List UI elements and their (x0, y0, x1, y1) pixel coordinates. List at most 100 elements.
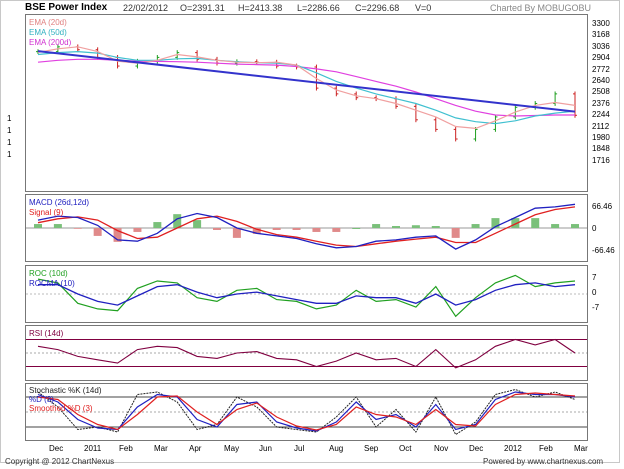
rsi-line (37, 338, 576, 369)
legend-macd: MACD (26d,12d) (29, 198, 90, 207)
macd-histogram-bar (232, 228, 241, 238)
legend-ema200: EMA (200d) (29, 38, 72, 47)
legend-signal: Signal (9) (29, 208, 64, 217)
x-tick-label: Jun (259, 444, 272, 453)
legend-roc: ROC (10d) (29, 269, 68, 278)
macd-histogram-bar (153, 222, 162, 228)
x-tick-label: Feb (119, 444, 133, 453)
price-tick-label: 2508 (592, 87, 610, 97)
price-tick-label: 3036 (592, 41, 610, 51)
chart-frame: BSE Power Index 22/02/2012 O=2391.31 H=2… (0, 0, 620, 466)
x-tick-label: Jul (294, 444, 305, 453)
price-left-tick-label: 1 (7, 150, 12, 159)
x-tick-label: Apr (189, 444, 202, 453)
chart-title: BSE Power Index (25, 2, 108, 13)
powered-by-text: Powered by www.chartnexus.com (483, 457, 604, 466)
roc-panel: ROC (10d) ROCMA (10) (25, 265, 588, 323)
x-tick-label: 2012 (504, 444, 522, 453)
macd-chart-svg (26, 203, 587, 250)
price-panel: EMA (20d) EMA (50d) EMA (200d) (25, 14, 588, 192)
price-tick-label: 2904 (592, 53, 610, 63)
price-chart-svg (36, 44, 577, 142)
stochastic-panel: Stochastic %K (14d) %D (3) Smoothed %D (… (25, 383, 588, 441)
price-tick-label: 1980 (592, 133, 610, 142)
macd-histogram-bar (213, 228, 221, 230)
x-tick-label: May (224, 444, 240, 453)
macd-line (37, 203, 576, 250)
macd-histogram-bar (332, 228, 341, 232)
price-tick-label: 2112 (592, 121, 610, 131)
price-tick-label: 3168 (592, 30, 610, 40)
price-tick-label: 2640 (592, 76, 610, 85)
macd-histogram-bar (292, 228, 301, 230)
quote-high: H=2413.38 (238, 3, 283, 13)
legend-stoch-d: %D (3) (29, 395, 54, 404)
macd-histogram-bar (193, 220, 202, 228)
quote-volume: V=0 (415, 3, 432, 13)
roc-chart-svg (26, 274, 587, 318)
legend-rsi: RSI (14d) (29, 329, 64, 338)
price-tick-label: 2244 (592, 110, 610, 120)
macd-tick-label: -66.46 (592, 246, 615, 255)
trendline (37, 50, 576, 113)
macd-histogram-bar (531, 218, 540, 228)
x-tick-label: Aug (329, 444, 344, 453)
macd-histogram-bar (372, 224, 381, 228)
ema200-line (37, 58, 575, 117)
quote-close: C=2296.68 (355, 3, 400, 13)
stochastic-chart-svg (26, 388, 587, 436)
macd-histogram-bar (431, 226, 440, 228)
price-tick-label: 1716 (592, 155, 610, 165)
roc-tick-label: -7 (592, 303, 600, 312)
ema20-line (37, 46, 576, 130)
roc-tick-label: 7 (592, 273, 597, 282)
ema50-line (37, 50, 576, 125)
x-tick-label: Dec (49, 444, 64, 453)
macd-histogram-bar (53, 224, 62, 228)
roc-tick-label: 0 (592, 288, 597, 297)
macd-histogram-bar (571, 224, 579, 228)
quote-date: 22/02/2012 (123, 3, 169, 13)
legend-ema50: EMA (50d) (29, 28, 67, 37)
legend-stoch-smoothed: Smoothed %D (3) (29, 404, 93, 413)
rsi-chart-svg (26, 338, 587, 369)
macd-histogram-bar (73, 228, 82, 229)
macd-histogram-bar (272, 228, 281, 230)
copyright-text: Copyright @ 2012 ChartNexus (5, 457, 115, 466)
rsi-panel: RSI (14d) (25, 325, 588, 381)
x-tick-label: 2011 (84, 444, 102, 453)
macd-panel: MACD (26d,12d) Signal (9) (25, 194, 588, 262)
x-tick-label: Nov (434, 444, 449, 453)
macd-histogram-bar (352, 228, 361, 229)
legend-ema20: EMA (20d) (29, 18, 67, 27)
price-tick-label: 3300 (592, 19, 610, 28)
macd-histogram-bar (551, 224, 560, 228)
x-tick-label: Oct (399, 444, 412, 453)
quote-low: L=2286.66 (297, 3, 340, 13)
roc-line (37, 274, 576, 318)
price-left-tick-label: 1 (7, 126, 12, 135)
charted-by-label: Charted By MOBUGOBU (490, 3, 592, 13)
x-tick-label: Sep (364, 444, 379, 453)
price-tick-label: 2376 (592, 98, 610, 108)
macd-histogram-bar (312, 228, 321, 232)
macd-histogram-bar (451, 228, 460, 238)
legend-stoch-k: Stochastic %K (14d) (29, 386, 102, 395)
macd-histogram-bar (133, 228, 142, 232)
x-tick-label: Mar (154, 444, 168, 453)
price-tick-label: 2772 (592, 64, 610, 74)
macd-histogram-bar (392, 226, 400, 228)
macd-tick-label: 66.46 (592, 202, 613, 211)
legend-rocma: ROCMA (10) (29, 279, 75, 288)
macd-histogram-bar (411, 225, 420, 228)
macd-histogram-bar (93, 228, 102, 236)
x-tick-label: Mar (574, 444, 588, 453)
macd-histogram-bar (471, 224, 480, 228)
x-tick-label: Feb (539, 444, 553, 453)
price-left-tick-label: 1 (7, 114, 12, 123)
macd-histogram-bar (34, 224, 42, 228)
price-tick-label: 1848 (592, 144, 610, 154)
macd-tick-label: 0 (592, 224, 597, 233)
price-left-tick-label: 1 (7, 138, 12, 147)
quote-open: O=2391.31 (180, 3, 225, 13)
